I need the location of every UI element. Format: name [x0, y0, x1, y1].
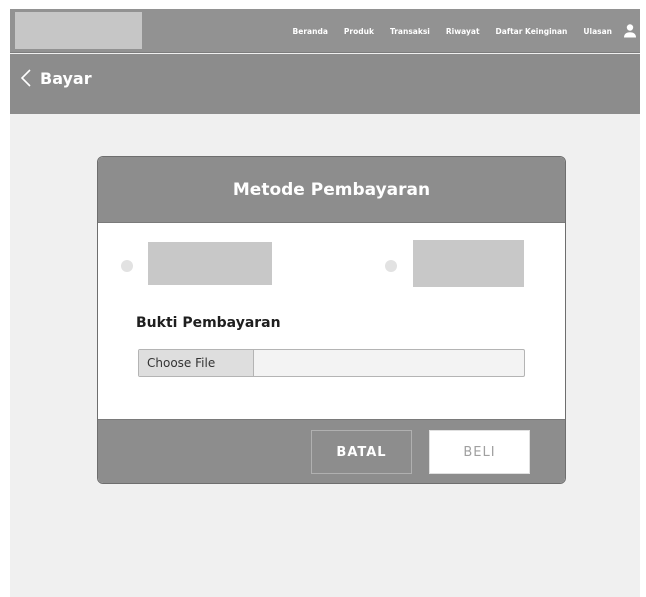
- nav-links: Beranda Produk Transaksi Riwayat Daftar …: [293, 9, 612, 53]
- logo-placeholder[interactable]: [15, 12, 142, 49]
- payment-proof-label: Bukti Pembayaran: [136, 315, 281, 331]
- user-icon[interactable]: [623, 23, 637, 39]
- top-navbar: Beranda Produk Transaksi Riwayat Daftar …: [10, 9, 640, 53]
- back-label: Bayar: [40, 68, 92, 88]
- payment-dialog: Metode Pembayaran Bukti Pembayaran Choos…: [97, 156, 566, 484]
- page: Beranda Produk Transaksi Riwayat Daftar …: [10, 9, 640, 597]
- payment-method-radio-1[interactable]: [121, 260, 133, 272]
- dialog-title: Metode Pembayaran: [232, 179, 431, 200]
- cancel-button[interactable]: BATAL: [311, 430, 412, 474]
- back-button[interactable]: Bayar: [20, 68, 92, 88]
- payment-proof-file-input[interactable]: Choose File: [138, 349, 525, 377]
- nav-link-riwayat[interactable]: Riwayat: [446, 27, 480, 36]
- nav-link-produk[interactable]: Produk: [344, 27, 374, 36]
- payment-method-image-1[interactable]: [148, 242, 272, 285]
- dialog-footer: BATAL BELI: [98, 419, 565, 483]
- page-subheader: Bayar: [10, 54, 640, 114]
- nav-link-beranda[interactable]: Beranda: [293, 27, 328, 36]
- payment-method-radio-2[interactable]: [385, 260, 397, 272]
- nav-link-daftar-keinginan[interactable]: Daftar Keinginan: [496, 27, 568, 36]
- buy-button[interactable]: BELI: [429, 430, 530, 474]
- chevron-left-icon: [20, 69, 31, 87]
- payment-method-image-2[interactable]: [413, 240, 524, 287]
- dialog-header: Metode Pembayaran: [98, 157, 565, 223]
- nav-link-transaksi[interactable]: Transaksi: [390, 27, 430, 36]
- choose-file-button[interactable]: Choose File: [139, 350, 254, 376]
- nav-link-ulasan[interactable]: Ulasan: [583, 27, 612, 36]
